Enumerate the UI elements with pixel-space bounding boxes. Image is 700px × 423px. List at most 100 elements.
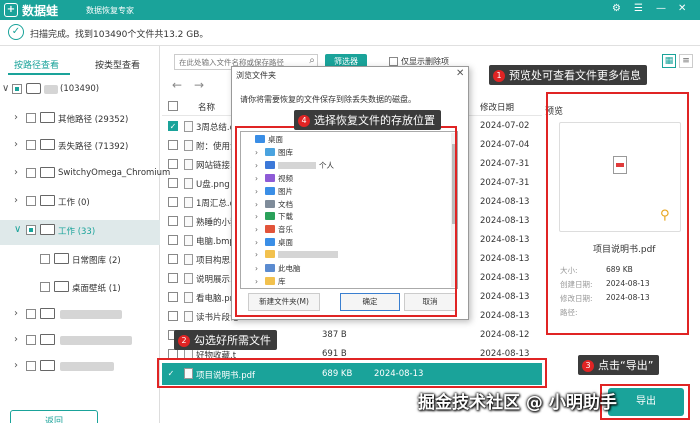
back-button[interactable]: 返回 xyxy=(10,410,98,423)
tree-checkbox[interactable] xyxy=(26,309,36,319)
app-name: 数据蛙 xyxy=(22,4,59,18)
minimize-icon[interactable]: — xyxy=(656,3,666,14)
app-logo-icon: + xyxy=(4,3,18,17)
tree-item-label: 其他路径 (29352) xyxy=(58,115,129,125)
tree-item-label: 丢失路径 (71392) xyxy=(58,142,129,152)
row-checkbox[interactable] xyxy=(168,235,178,245)
tree-checkbox[interactable] xyxy=(40,254,50,264)
callout-text: 预览处可查看文件更多信息 xyxy=(509,69,641,82)
row-checkbox[interactable] xyxy=(168,178,178,188)
redacted-text xyxy=(44,85,58,94)
file-date: 2024-07-02 xyxy=(480,121,530,131)
callout-1: 1 预览处可查看文件更多信息 xyxy=(489,65,647,85)
title-bar: + 数据蛙 数据恢复专家 ⚙ ☰ — ✕ xyxy=(0,0,700,20)
tree-item-root[interactable]: ∨ (103490) xyxy=(0,79,160,102)
folder-icon xyxy=(40,167,55,178)
file-icon xyxy=(184,311,193,322)
menu-icon[interactable]: ☰ xyxy=(634,3,643,14)
tree-item-redacted[interactable]: › xyxy=(0,330,160,353)
folder-icon xyxy=(40,308,55,319)
row-checkbox[interactable] xyxy=(168,216,178,226)
chevron-down-icon[interactable]: ∨ xyxy=(14,224,21,235)
arrow-right-icon[interactable]: → xyxy=(194,78,204,92)
tree-checkbox[interactable] xyxy=(12,84,22,94)
list-view-icon[interactable]: ≡ xyxy=(679,54,693,68)
dialog-title: 浏览文件夹 xyxy=(236,71,276,80)
tree-item-redacted[interactable]: › xyxy=(0,356,160,379)
chevron-right-icon[interactable]: › xyxy=(14,334,18,345)
chevron-right-icon[interactable]: › xyxy=(14,167,18,178)
grid-view-icon[interactable]: ▦ xyxy=(662,54,676,68)
close-icon[interactable]: ✕ xyxy=(678,3,686,14)
file-icon xyxy=(184,197,193,208)
row-checkbox[interactable] xyxy=(168,197,178,207)
file-icon xyxy=(184,235,193,246)
file-date: 2024-08-13 xyxy=(480,216,530,226)
redacted-text xyxy=(60,362,114,371)
tree-item-redacted[interactable]: › xyxy=(0,304,160,327)
watermark-text: 掘金技术社区 @ 小明助手 xyxy=(418,393,617,413)
tree-item-other-paths[interactable]: › 其他路径 (29352) xyxy=(0,108,160,131)
tree-checkbox[interactable] xyxy=(26,225,36,235)
row-checkbox[interactable] xyxy=(168,159,178,169)
file-date: 2024-08-13 xyxy=(480,311,530,321)
file-icon xyxy=(184,254,193,265)
tree-item-lost-paths[interactable]: › 丢失路径 (71392) xyxy=(0,135,160,158)
row-checkbox[interactable] xyxy=(168,311,178,321)
tree-item-wallpapers[interactable]: 桌面壁纸 (1) xyxy=(0,277,160,300)
select-all-checkbox[interactable] xyxy=(168,101,178,111)
export-button[interactable]: 导出 xyxy=(608,388,684,416)
tree-checkbox[interactable] xyxy=(26,140,36,150)
row-checkbox[interactable] xyxy=(168,140,178,150)
row-checkbox[interactable] xyxy=(168,254,178,264)
redacted-text xyxy=(60,336,132,345)
tree-checkbox[interactable] xyxy=(26,113,36,123)
drive-icon xyxy=(26,83,41,94)
tree-item-switchyomega[interactable]: › SwitchyOmega_Chromium xyxy=(0,163,170,186)
app-subtitle: 数据恢复专家 xyxy=(86,6,134,15)
only-deleted-checkbox[interactable] xyxy=(389,57,398,66)
dialog-close-icon[interactable]: ✕ xyxy=(456,68,464,79)
row-checkbox[interactable] xyxy=(168,273,178,283)
chevron-right-icon[interactable]: › xyxy=(14,139,18,150)
chevron-right-icon[interactable]: › xyxy=(14,360,18,371)
tab-by-type[interactable]: 按类型查看 xyxy=(95,58,140,71)
column-header-date[interactable]: 修改日期 xyxy=(480,101,514,113)
folder-icon xyxy=(54,281,69,292)
sidebar: 按路径查看 按类型查看 ∨ (103490) › 其他路径 (29352) › … xyxy=(0,46,170,423)
chevron-right-icon[interactable]: › xyxy=(14,112,18,123)
chevron-right-icon[interactable]: › xyxy=(14,308,18,319)
row-checkbox[interactable] xyxy=(168,292,178,302)
chevron-down-icon[interactable]: ∨ xyxy=(2,83,9,94)
tree-checkbox[interactable] xyxy=(40,282,50,292)
tree-checkbox[interactable] xyxy=(26,196,36,206)
folder-icon xyxy=(40,139,55,150)
tree-checkbox[interactable] xyxy=(26,335,36,345)
chevron-right-icon[interactable]: › xyxy=(14,195,18,206)
file-icon xyxy=(184,178,193,189)
file-icon xyxy=(184,140,193,151)
tree-checkbox[interactable] xyxy=(26,168,36,178)
tree-item-daily-gallery[interactable]: 日常图库 (2) xyxy=(0,249,160,272)
tab-by-path[interactable]: 按路径查看 xyxy=(14,58,59,71)
highlight-preview-box xyxy=(546,92,689,335)
tree-item-work-0[interactable]: › 工作 (0) xyxy=(0,191,160,214)
file-date: 2024-08-13 xyxy=(480,292,530,302)
arrow-left-icon[interactable]: ← xyxy=(172,78,182,92)
folder-icon xyxy=(40,360,55,371)
row-checkbox-checked[interactable]: ✓ xyxy=(168,121,178,131)
file-date: 2024-08-13 xyxy=(480,197,530,207)
tree-item-work-33[interactable]: ∨ 工作 (33) xyxy=(0,220,160,245)
file-icon xyxy=(184,273,193,284)
settings-icon[interactable]: ⚙ xyxy=(612,3,621,14)
highlight-selected-file-box xyxy=(157,358,547,388)
column-header-name[interactable]: 名称 xyxy=(198,101,215,113)
folder-icon xyxy=(54,253,69,264)
tree-checkbox[interactable] xyxy=(26,361,36,371)
tab-underline xyxy=(8,73,70,75)
folder-icon xyxy=(40,112,55,123)
file-icon xyxy=(184,121,193,132)
file-date: 2024-07-31 xyxy=(480,159,530,169)
tree-item-label: 桌面壁纸 (1) xyxy=(72,284,121,294)
file-date: 2024-07-31 xyxy=(480,178,530,188)
